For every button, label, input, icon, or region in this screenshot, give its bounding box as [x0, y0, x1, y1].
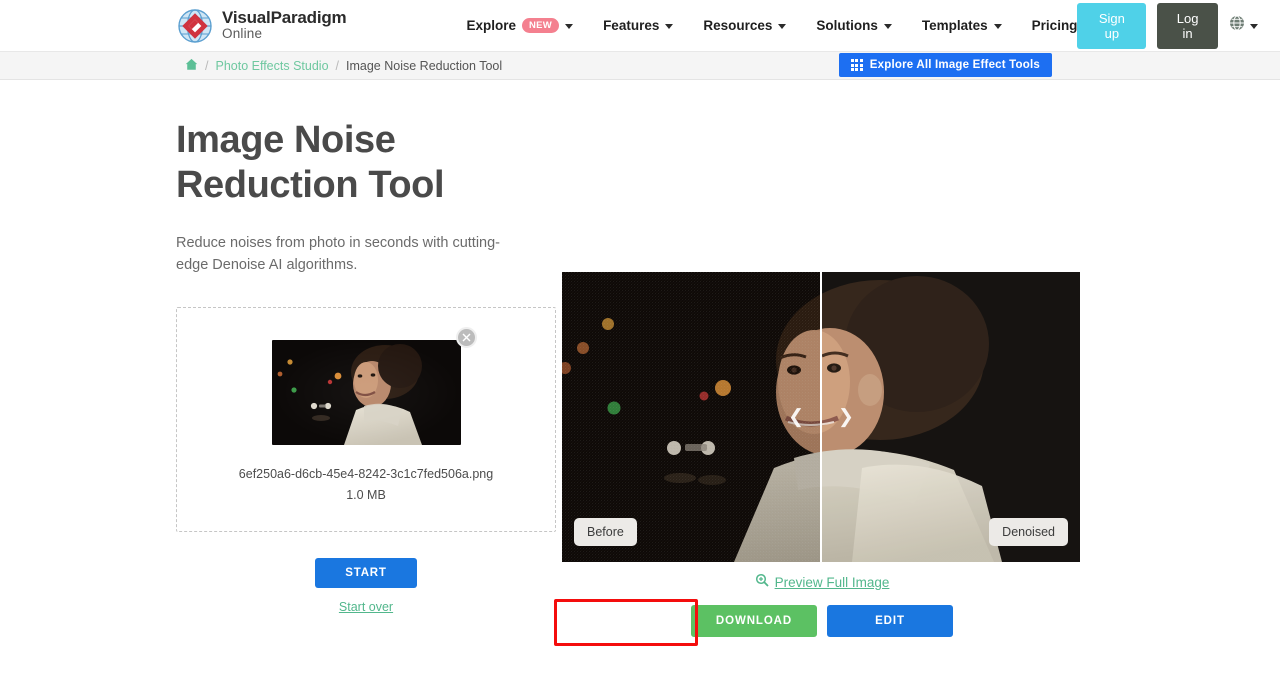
log-in-button[interactable]: Log in — [1157, 2, 1218, 49]
preview-full-image-row: Preview Full Image — [562, 573, 1082, 592]
preview-full-image-link[interactable]: Preview Full Image — [775, 575, 890, 590]
edit-button[interactable]: EDIT — [827, 605, 953, 637]
nav-label-explore: Explore — [466, 18, 516, 33]
nav-item-resources[interactable]: Resources — [703, 18, 787, 33]
nav-label-templates: Templates — [921, 18, 988, 33]
before-label[interactable]: Before — [574, 518, 637, 546]
main-navigation: Explore NEW Features Resources Solutions… — [466, 18, 1077, 33]
chevron-down-icon — [665, 24, 674, 29]
page-subtitle: Reduce noises from photo in seconds with… — [176, 234, 501, 274]
home-icon[interactable] — [185, 58, 198, 74]
breadcrumb-bar: / Photo Effects Studio / Image Noise Red… — [0, 52, 1280, 80]
main-content: Image Noise Reduction Tool Reduce noises… — [0, 80, 1280, 674]
site-header: VisualParadigm Online Explore NEW Featur… — [0, 0, 1280, 52]
nav-label-features: Features — [603, 18, 660, 33]
chevron-down-icon — [993, 24, 1002, 29]
breadcrumb-link-photo-effects-studio[interactable]: Photo Effects Studio — [215, 59, 328, 73]
brand-word-paradigm: Paradigm — [270, 8, 347, 28]
zoom-in-icon — [755, 573, 769, 592]
chevron-down-icon — [1250, 24, 1258, 29]
brand-word-visual: Visual — [222, 8, 271, 28]
nav-item-explore[interactable]: Explore NEW — [466, 18, 574, 33]
nav-label-resources: Resources — [703, 18, 773, 33]
nav-item-templates[interactable]: Templates — [922, 18, 1002, 33]
chevron-right-icon[interactable]: ❯ — [838, 408, 854, 427]
uploaded-file-preview — [271, 326, 477, 445]
before-after-comparison[interactable]: ❮ ❯ Before Denoised — [562, 272, 1080, 562]
file-dropzone[interactable]: 6ef250a6-d6cb-45e4-8242-3c1c7fed506a.png… — [176, 306, 556, 532]
brand-logo[interactable]: VisualParadigm Online — [176, 7, 347, 45]
photo-tools-section: Our photo editing tools — [176, 637, 1280, 674]
nav-label-pricing: Pricing — [1031, 18, 1078, 33]
breadcrumb-current-page: Image Noise Reduction Tool — [346, 58, 503, 73]
start-button[interactable]: START — [315, 557, 417, 588]
uploaded-photo-thumbnail — [271, 339, 461, 445]
breadcrumb-separator-1: / — [205, 58, 209, 73]
comparison-slider-divider[interactable] — [820, 272, 822, 562]
new-badge: NEW — [521, 18, 560, 33]
uploaded-file-name: 6ef250a6-d6cb-45e4-8242-3c1c7fed506a.png — [238, 466, 494, 481]
chevron-down-icon — [883, 24, 892, 29]
breadcrumb: / Photo Effects Studio / Image Noise Red… — [185, 58, 502, 74]
grid-icon — [850, 59, 863, 71]
nav-item-features[interactable]: Features — [603, 18, 674, 33]
tool-left-panel: Image Noise Reduction Tool Reduce noises… — [176, 80, 556, 614]
nav-label-solutions: Solutions — [816, 18, 878, 33]
result-actions: DOWNLOAD EDIT — [554, 599, 1082, 646]
globe-diamond-logo-icon — [176, 7, 214, 45]
remove-file-icon[interactable] — [455, 326, 477, 348]
breadcrumb-separator-2: / — [335, 58, 340, 73]
start-over-link[interactable]: Start over — [176, 600, 556, 614]
nav-item-solutions[interactable]: Solutions — [816, 18, 892, 33]
download-button[interactable]: DOWNLOAD — [691, 605, 817, 637]
chevron-down-icon — [565, 24, 574, 29]
explore-tools-label: Explore All Image Effect Tools — [869, 59, 1040, 71]
chevron-left-icon[interactable]: ❮ — [788, 408, 804, 427]
tool-result-panel: ❮ ❯ Before Denoised Preview Full Image D… — [554, 80, 1082, 646]
sign-up-button[interactable]: Sign up — [1077, 2, 1147, 49]
nav-item-pricing[interactable]: Pricing — [1032, 18, 1078, 33]
globe-icon — [1229, 15, 1245, 36]
language-selector[interactable] — [1229, 15, 1258, 36]
denoised-label[interactable]: Denoised — [989, 518, 1068, 546]
header-actions: Sign up Log in — [1077, 2, 1258, 49]
uploaded-file-size: 1.0 MB — [346, 487, 386, 502]
page-title: Image Noise Reduction Tool — [176, 119, 445, 206]
explore-all-image-effect-tools-button[interactable]: Explore All Image Effect Tools — [838, 53, 1052, 77]
chevron-down-icon — [778, 24, 787, 29]
brand-word-online: Online — [222, 26, 263, 42]
brand-name: VisualParadigm Online — [222, 8, 347, 42]
